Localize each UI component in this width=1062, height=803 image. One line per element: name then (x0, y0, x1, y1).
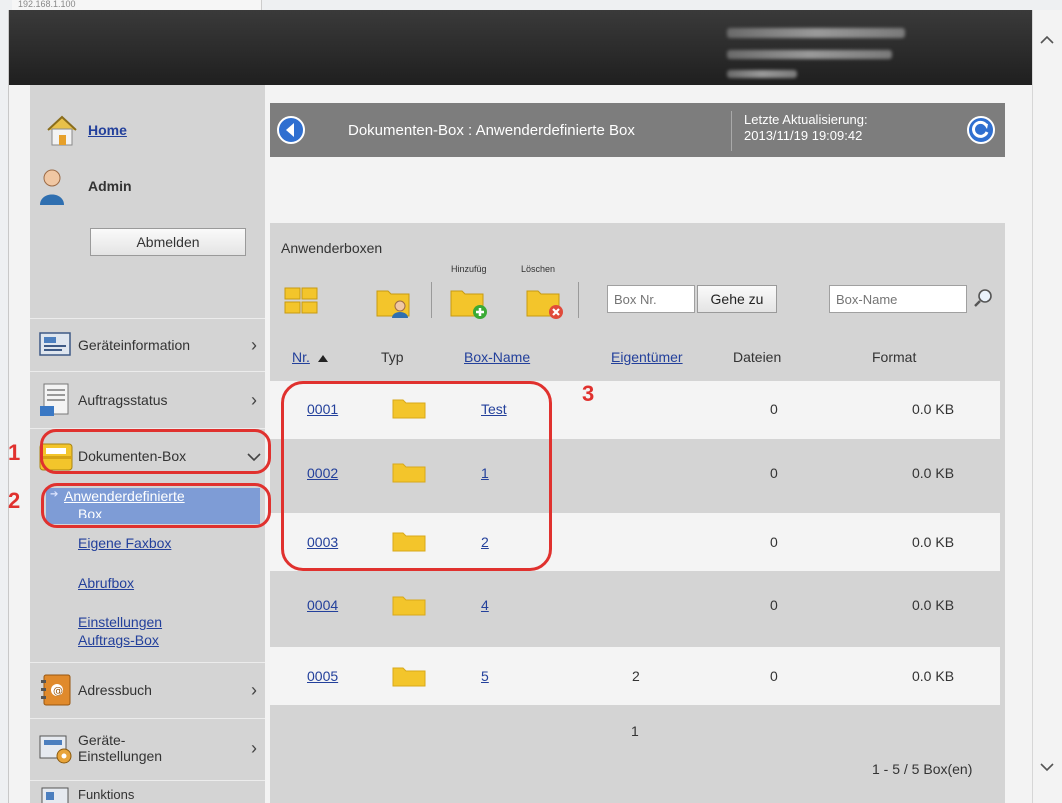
column-header-box-name[interactable]: Box-Name (464, 349, 530, 366)
box-format: 0.0 KB (912, 668, 955, 684)
column-header-files: Dateien (733, 349, 782, 365)
box-format: 0.0 KB (912, 465, 955, 481)
chevron-right-icon: › (251, 389, 257, 410)
browser-tab[interactable]: 192.168.1.100 (12, 0, 262, 10)
annotation-oval (40, 429, 271, 474)
blurred-info-line (727, 50, 892, 59)
last-updated-label: Letzte Aktualisierung: (744, 112, 868, 127)
goto-button[interactable]: Gehe zu (697, 285, 777, 313)
pagination-summary: 1 - 5 / 5 Box(en) (872, 761, 973, 777)
box-files: 0 (770, 597, 778, 613)
column-header-nr[interactable]: Nr. (292, 349, 310, 366)
search-icon[interactable] (972, 287, 994, 309)
column-header-format: Format (872, 349, 917, 365)
vertical-scrollbar[interactable] (1032, 10, 1062, 803)
user-avatar-icon (38, 167, 66, 207)
divider (30, 371, 265, 372)
box-name-input[interactable] (829, 285, 967, 313)
box-number-link[interactable]: 0005 (307, 668, 338, 685)
chevron-right-icon: › (251, 334, 257, 355)
annotation-number: 3 (582, 381, 595, 406)
folder-icon (392, 594, 426, 616)
blurred-info-line (727, 28, 905, 38)
label-line: Geräte- (78, 732, 126, 748)
annotation-oval (41, 483, 271, 528)
box-files: 0 (770, 465, 778, 481)
annotation-oval (281, 381, 552, 571)
job-status-icon (36, 380, 76, 420)
home-icon[interactable] (44, 112, 80, 148)
box-format: 0.0 KB (912, 534, 955, 550)
sidebar-item-functions[interactable]: Funktions (36, 784, 264, 803)
add-folder-icon[interactable] (450, 282, 490, 320)
last-updated-value: 2013/11/19 19:09:42 (744, 128, 863, 143)
device-settings-icon (36, 728, 76, 768)
sidebar-subitem-job-box-settings[interactable]: Einstellungen (78, 614, 162, 631)
divider (731, 111, 732, 151)
box-number-input[interactable] (607, 285, 695, 313)
annotation-number: 1 (8, 440, 21, 465)
blurred-info-line (727, 70, 797, 78)
divider (30, 780, 265, 781)
sidebar-item-device-settings[interactable]: Geräte- Einstellungen › (36, 722, 264, 774)
address-book-icon: @ (36, 670, 76, 710)
sidebar-item-label: Geräteinformation (78, 337, 191, 353)
delete-folder-icon[interactable] (526, 282, 566, 320)
home-link[interactable]: Home (88, 122, 127, 138)
sidebar-item-label: Geräte- Einstellungen (78, 732, 244, 764)
breadcrumb: Dokumenten-Box : Anwenderdefinierte Box (348, 122, 635, 139)
user-name: Admin (88, 178, 132, 194)
box-files: 0 (770, 401, 778, 417)
logout-button[interactable]: Abmelden (90, 228, 246, 256)
sort-ascending-icon (317, 350, 329, 366)
box-name-link[interactable]: 5 (481, 668, 489, 685)
box-files: 0 (770, 534, 778, 550)
table-row (270, 576, 1000, 634)
sidebar-subitem-fax-box[interactable]: Eigene Faxbox (78, 535, 171, 552)
sidebar-item-address-book[interactable]: @ Adressbuch › (36, 664, 264, 716)
column-header-owner[interactable]: Eigentümer (611, 349, 683, 366)
chevron-up-icon[interactable] (1037, 30, 1057, 50)
refresh-icon[interactable] (966, 115, 996, 145)
panel-title: Anwenderboxen (281, 240, 383, 256)
label-line: Einstellungen (78, 748, 163, 764)
sidebar-item-device-info[interactable]: Geräteinformation › (36, 319, 264, 371)
add-label: Hinzufüg (451, 264, 487, 274)
box-name-link[interactable]: 4 (481, 597, 489, 614)
box-number-link[interactable]: 0004 (307, 597, 338, 614)
page-number[interactable]: 1 (631, 723, 639, 740)
user-folder-icon[interactable] (376, 282, 412, 320)
back-arrow-icon[interactable] (276, 115, 306, 145)
sidebar-item-label: Adressbuch (78, 682, 152, 698)
box-format: 0.0 KB (912, 597, 955, 613)
divider (30, 662, 265, 663)
header-band (9, 10, 1033, 85)
box-format: 0.0 KB (912, 401, 955, 417)
last-updated: Letzte Aktualisierung: 2013/11/19 19:09:… (744, 112, 868, 144)
delete-label: Löschen (521, 264, 556, 274)
folder-icon (392, 665, 426, 687)
sidebar-subitem-job-box-settings[interactable]: Auftrags-Box (78, 632, 159, 649)
sidebar-item-job-status[interactable]: Auftragsstatus › (36, 374, 264, 426)
divider (30, 718, 265, 719)
functions-icon (36, 784, 76, 803)
annotation-number: 2 (8, 488, 21, 513)
svg-text:@: @ (53, 686, 63, 697)
toolbar-divider (431, 282, 432, 318)
grid-view-icon[interactable] (283, 285, 319, 317)
chevron-right-icon: › (251, 737, 257, 758)
chevron-right-icon: › (251, 679, 257, 700)
chevron-down-icon[interactable] (1037, 757, 1057, 777)
sidebar-item-label: Auftragsstatus (78, 392, 168, 408)
sidebar-subitem-polling-box[interactable]: Abrufbox (78, 575, 134, 592)
box-owner: 2 (632, 668, 640, 684)
sidebar-item-label: Funktions (78, 787, 135, 802)
header-text: Nr. (292, 349, 310, 365)
device-info-icon (36, 325, 76, 365)
box-files: 0 (770, 668, 778, 684)
column-header-type: Typ (381, 349, 404, 365)
toolbar-divider (578, 282, 579, 318)
